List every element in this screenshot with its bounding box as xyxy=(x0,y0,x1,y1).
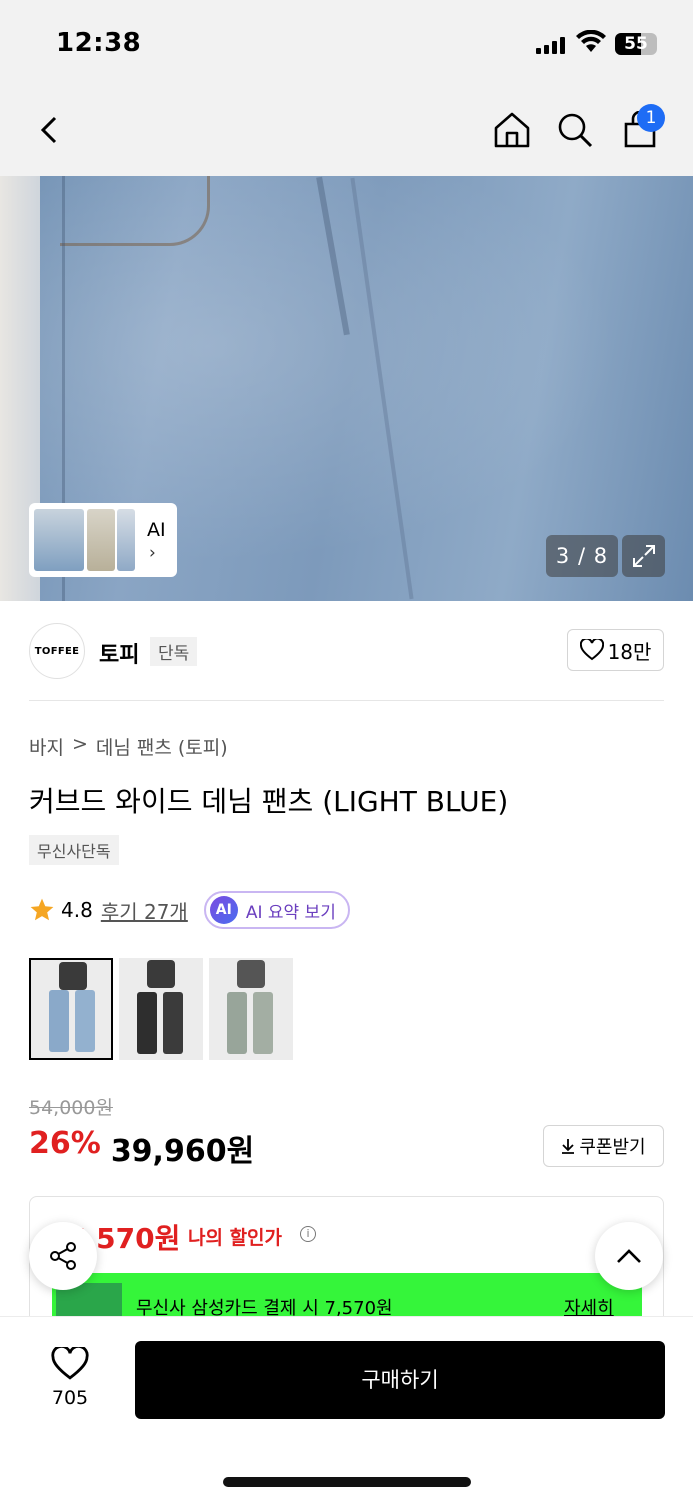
review-link[interactable]: 후기 27개 xyxy=(101,896,188,925)
brand-name[interactable]: 토피 xyxy=(99,637,139,669)
battery-icon: 55 xyxy=(615,33,657,55)
ai-label: AI xyxy=(147,519,166,541)
buy-button[interactable]: 구매하기 xyxy=(135,1341,665,1419)
wish-count: 705 xyxy=(51,1387,89,1409)
star-icon xyxy=(30,898,54,921)
color-options xyxy=(29,958,293,1060)
breadcrumb-separator: > xyxy=(71,733,88,755)
scroll-top-button[interactable] xyxy=(595,1222,663,1290)
coupon-label: 쿠폰받기 xyxy=(579,1137,646,1158)
original-price: 54,000원 xyxy=(29,1097,113,1119)
heart-icon xyxy=(51,1345,89,1380)
thumbnail-image xyxy=(87,509,115,571)
wifi-icon xyxy=(576,30,606,52)
brand-row: TOFFEE 토피 단독 18만 xyxy=(0,601,693,701)
heart-icon xyxy=(579,639,604,661)
brand-logo[interactable]: TOFFEE xyxy=(29,623,85,679)
share-icon xyxy=(50,1242,76,1270)
thumbnail-image xyxy=(34,509,84,571)
brand-like-button[interactable]: 18만 xyxy=(567,629,664,671)
chevron-right-icon: › xyxy=(149,543,156,563)
search-icon[interactable] xyxy=(553,108,597,152)
color-swatch-green-gray[interactable] xyxy=(209,958,293,1060)
sale-price: 39,960원 xyxy=(110,1134,255,1169)
brand-exclusive-tag: 단독 xyxy=(150,637,198,666)
breadcrumb-item[interactable]: 데님 팬츠 (토피) xyxy=(96,733,228,760)
back-icon[interactable] xyxy=(28,108,72,152)
top-navigation xyxy=(0,88,693,176)
expand-icon[interactable] xyxy=(622,535,665,577)
breadcrumb-item[interactable]: 바지 xyxy=(29,733,64,760)
color-swatch-light-blue[interactable] xyxy=(29,958,113,1060)
cart-count-badge: 1 xyxy=(637,104,665,132)
info-icon[interactable]: i xyxy=(300,1226,316,1242)
status-time: 12:38 xyxy=(56,28,142,58)
my-discount-box: 7,570원 나의 할인가 i 무신사 삼성카드 결제 시 7,570원 자세히 xyxy=(29,1196,664,1326)
home-indicator xyxy=(223,1477,471,1487)
breadcrumb: 바지 > 데님 팬츠 (토피) xyxy=(29,733,228,760)
wish-button[interactable]: 705 xyxy=(40,1345,100,1409)
color-swatch-black[interactable] xyxy=(119,958,203,1060)
rating-row: 4.8 후기 27개 AI AI 요약 보기 xyxy=(29,891,350,929)
thumbnail-image xyxy=(117,509,135,571)
my-discount-label: 나의 할인가 xyxy=(188,1227,283,1249)
battery-level: 55 xyxy=(624,34,648,54)
ai-summary-button[interactable]: AI AI 요약 보기 xyxy=(203,891,350,929)
divider xyxy=(29,700,664,701)
brand-like-count: 18만 xyxy=(607,639,652,664)
image-counter: 3 / 8 xyxy=(546,535,618,577)
product-title: 커브드 와이드 데님 팬츠 (LIGHT BLUE) xyxy=(29,785,509,818)
ai-badge-icon: AI xyxy=(209,896,238,924)
price-row: 26% 39,960원 xyxy=(29,1126,254,1170)
share-button[interactable] xyxy=(29,1222,97,1290)
ai-summary-label: AI 요약 보기 xyxy=(245,902,336,923)
coupon-button[interactable]: 쿠폰받기 xyxy=(543,1125,664,1167)
bottom-bar: 705 구매하기 xyxy=(0,1316,693,1500)
download-icon xyxy=(562,1139,575,1154)
exclusive-badge: 무신사단독 xyxy=(29,835,119,865)
cellular-signal-icon xyxy=(536,36,565,54)
home-icon[interactable] xyxy=(490,108,534,152)
discount-rate: 26% xyxy=(29,1126,101,1161)
ai-thumbnail-button[interactable]: AI › xyxy=(29,503,177,577)
rating-score: 4.8 xyxy=(61,898,93,922)
status-bar: 12:38 55 xyxy=(0,0,693,88)
chevron-up-icon xyxy=(617,1249,641,1263)
